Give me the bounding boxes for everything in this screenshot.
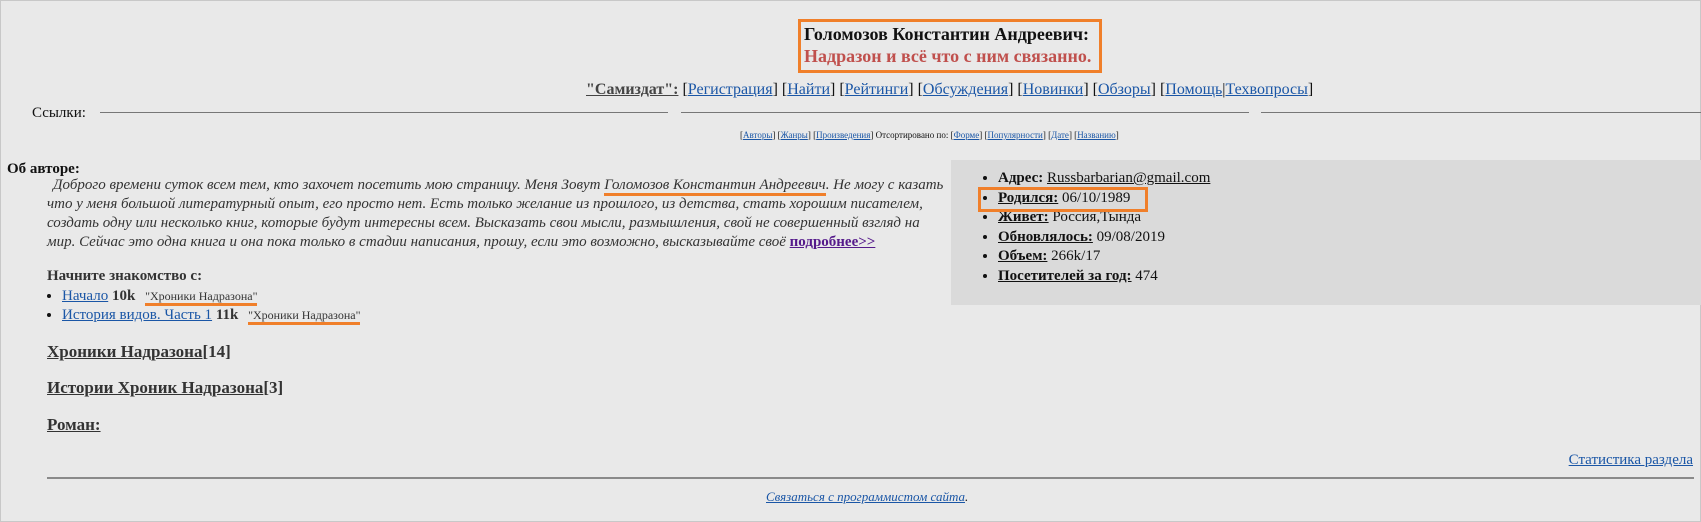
links-divider-2 bbox=[681, 112, 1249, 113]
info-volume: Объем: 266k/17 bbox=[998, 247, 1701, 267]
top-nav: "Самиздат": [Регистрация] [Найти] [Рейти… bbox=[586, 81, 1314, 98]
about-text-part1: Доброго времени суток всем тем, кто захо… bbox=[53, 177, 605, 193]
nav-samizdat: "Самиздат": bbox=[586, 81, 679, 98]
info-updated: Обновлялось: 09/08/2019 bbox=[998, 228, 1701, 248]
author-info-list: Адрес: Russbarbarian@gmail.com Родился: … bbox=[951, 160, 1701, 286]
page-title-box: Голомозов Константин Андреевич: Надразон… bbox=[798, 19, 1103, 73]
work-link-nachalo[interactable]: Начало bbox=[62, 288, 108, 304]
info-address: Адрес: Russbarbarian@gmail.com bbox=[998, 169, 1701, 189]
more-link[interactable]: подробнее>> bbox=[790, 234, 876, 250]
nav-techquestions-link[interactable]: Техвопросы bbox=[1226, 81, 1308, 98]
author-info-panel: Адрес: Russbarbarian@gmail.com Родился: … bbox=[951, 160, 1701, 305]
links-divider-1 bbox=[100, 112, 668, 113]
section-title[interactable]: Хроники Надразона bbox=[47, 342, 202, 361]
sort-by-form-link[interactable]: Форме bbox=[954, 130, 980, 140]
work-cycle: "Хроники Надразона" bbox=[248, 308, 361, 325]
info-value: 474 bbox=[1135, 267, 1158, 284]
section-stats-link[interactable]: Статистика раздела bbox=[1569, 452, 1693, 469]
sort-genres-link[interactable]: Жанры bbox=[781, 130, 808, 140]
footer-divider bbox=[47, 477, 1694, 479]
contact-row: Связаться с программистом сайта. bbox=[766, 489, 968, 505]
sort-by-date-link[interactable]: Дате bbox=[1051, 130, 1069, 140]
born-highlight-box bbox=[978, 187, 1148, 212]
sort-authors-link[interactable]: Авторы bbox=[743, 130, 772, 140]
work-size: 10k bbox=[111, 288, 136, 304]
list-item: История видов. Часть 1 11k "Хроники Надр… bbox=[62, 306, 361, 325]
links-label: Ссылки: bbox=[32, 105, 86, 121]
author-name-highlight: Голомозов Константин Андреевич bbox=[604, 177, 826, 196]
section-novel[interactable]: Роман: bbox=[47, 415, 101, 435]
work-cycle: "Хроники Надразона" bbox=[145, 289, 258, 306]
section-count: [3] bbox=[263, 378, 284, 397]
nav-reviews-link[interactable]: Обзоры bbox=[1098, 81, 1151, 98]
info-visitors: Посетителей за год: 474 bbox=[998, 267, 1701, 287]
info-value: 09/08/2019 bbox=[1096, 228, 1165, 245]
sort-bar: [Авторы] [Жанры] [Произведения] Отсортир… bbox=[740, 130, 1119, 140]
start-reading-list: Начало 10k "Хроники Надразона" История в… bbox=[47, 287, 361, 325]
links-divider-3 bbox=[1261, 112, 1701, 113]
info-label: Адрес: bbox=[998, 170, 1044, 186]
author-name-title: Голомозов Константин Андреевич: bbox=[804, 24, 1090, 44]
about-author-text: Доброго времени суток всем тем, кто захо… bbox=[47, 176, 947, 252]
contact-programmer-link[interactable]: Связаться с программистом сайта bbox=[766, 489, 965, 504]
info-label: Посетителей за год: bbox=[998, 267, 1132, 284]
info-value: 266k/17 bbox=[1051, 248, 1101, 264]
nav-discussions-link[interactable]: Обсуждения bbox=[923, 81, 1008, 98]
info-label: Обновлялось: bbox=[998, 228, 1093, 245]
sort-works-link[interactable]: Произведения bbox=[816, 130, 870, 140]
nav-find-link[interactable]: Найти bbox=[787, 81, 830, 98]
page-subtitle: Надразон и всё что с ним связанно. bbox=[804, 46, 1092, 66]
section-chronicles[interactable]: Хроники Надразона[14] bbox=[47, 342, 231, 362]
work-size: 11k bbox=[215, 307, 239, 323]
work-link-history[interactable]: История видов. Часть 1 bbox=[62, 307, 212, 323]
nav-registration-link[interactable]: Регистрация bbox=[688, 81, 773, 98]
nav-ratings-link[interactable]: Рейтинги bbox=[845, 81, 909, 98]
sort-by-popularity-link[interactable]: Популярности bbox=[988, 130, 1043, 140]
section-count: [14] bbox=[202, 342, 231, 361]
nav-news-link[interactable]: Новинки bbox=[1023, 81, 1084, 98]
sorted-by-label: Отсортировано по: bbox=[875, 130, 949, 140]
section-chronicles-stories[interactable]: Истории Хроник Надразона[3] bbox=[47, 378, 283, 398]
section-title[interactable]: Роман: bbox=[47, 415, 101, 434]
info-label: Объем: bbox=[998, 248, 1048, 264]
list-item: Начало 10k "Хроники Надразона" bbox=[62, 287, 360, 306]
email-link[interactable]: Russbarbarian@gmail.com bbox=[1047, 170, 1210, 186]
contact-suffix: . bbox=[965, 489, 969, 504]
nav-help-link[interactable]: Помощь bbox=[1165, 81, 1222, 98]
start-reading-label: Начните знакомство с: bbox=[47, 268, 203, 284]
sort-by-title-link[interactable]: Названию bbox=[1077, 130, 1116, 140]
section-title[interactable]: Истории Хроник Надразона bbox=[47, 378, 263, 397]
